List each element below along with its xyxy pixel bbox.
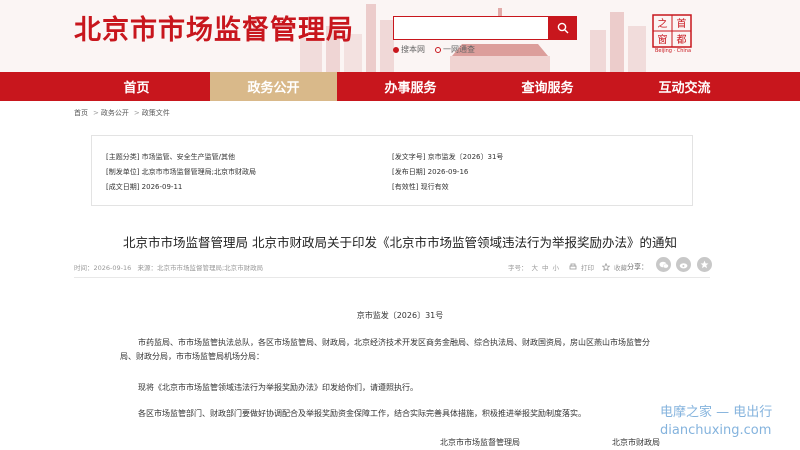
- breadcrumb-policy-documents[interactable]: 政策文件: [142, 109, 170, 117]
- radio-unselected-icon: [435, 46, 441, 53]
- logo-caption: Beijing · China: [654, 48, 692, 54]
- watermark-line-2: dianchuxing.com: [660, 423, 772, 438]
- scope-site[interactable]: 搜本网: [393, 44, 425, 55]
- watermark: 电摩之家 — 电出行 dianchuxing.com: [660, 404, 772, 440]
- meta-create-date: [成文日期] 2026-09-11: [106, 183, 183, 191]
- share-label: 分享：: [627, 263, 648, 271]
- font-size-large[interactable]: 大: [532, 262, 539, 272]
- print-icon[interactable]: [569, 263, 577, 271]
- wechat-share-icon[interactable]: [656, 257, 671, 272]
- weibo-icon: [679, 262, 687, 268]
- logo-char-2: 首: [677, 17, 687, 30]
- meta-validity: [有效性] 现行有效: [392, 183, 449, 191]
- capital-window-logo[interactable]: 之 首 窗 都: [652, 14, 692, 48]
- breadcrumb-government-affairs[interactable]: 政务公开: [101, 109, 129, 117]
- weibo-share-icon[interactable]: [676, 257, 691, 272]
- nav-government-affairs[interactable]: 政务公开: [210, 72, 337, 101]
- paragraph-notice: 现将《北京市市场监管领域违法行为举报奖励办法》印发给你们，请遵照执行。: [138, 383, 418, 392]
- nav-interaction[interactable]: 互动交流: [621, 72, 748, 101]
- document-meta: [主题分类] 市场监管、安全生产监管/其他 [发文字号] 京市监发〔2026〕3…: [91, 135, 693, 206]
- search-input[interactable]: [394, 18, 548, 41]
- favorite-button[interactable]: 收藏: [614, 262, 627, 272]
- radio-selected-icon: [393, 46, 399, 53]
- search-scope: 搜本网 一网通查: [393, 44, 475, 55]
- scope-all[interactable]: 一网通查: [435, 44, 475, 55]
- breadcrumb: 首页 > 政务公开 > 政策文件: [74, 108, 172, 118]
- divider: [74, 277, 710, 278]
- search-box[interactable]: [393, 16, 549, 41]
- breadcrumb-separator: >: [93, 109, 99, 117]
- meta-issuer: [制发单位] 北京市市场监督管理局;北京市财政局: [106, 168, 257, 176]
- site-header: 北京市市场监督管理局 搜本网 一网通查 之 首 窗 都 Beijing · Ch…: [0, 0, 800, 72]
- nav-query[interactable]: 查询服务: [484, 72, 611, 101]
- qzone-share-icon[interactable]: [697, 257, 712, 272]
- main-nav: 首页 政务公开 办事服务 查询服务 互动交流: [0, 72, 800, 101]
- article-title: 北京市市场监督管理局 北京市财政局关于印发《北京市市场监管领域违法行为举报奖励办…: [123, 235, 677, 250]
- signature-finance-bureau: 北京市财政局: [612, 438, 660, 447]
- search-icon: [557, 22, 569, 34]
- site-title[interactable]: 北京市市场监督管理局: [74, 8, 354, 47]
- paragraph-requirements: 各区市场监管部门、财政部门要做好协调配合及举报奖励资金保障工作，结合实际完善具体…: [138, 409, 586, 418]
- search-button[interactable]: [549, 16, 577, 40]
- logo-char-4: 都: [677, 34, 687, 46]
- breadcrumb-home[interactable]: 首页: [74, 109, 88, 117]
- meta-topic: [主题分类] 市场监管、安全生产监管/其他: [106, 153, 236, 161]
- print-button[interactable]: 打印: [581, 262, 594, 272]
- wechat-icon: [659, 261, 669, 268]
- article-info: 时间：2026-09-16 来源：北京市市场监督管理局;北京市财政局: [74, 262, 263, 272]
- article-time: 时间：2026-09-16: [74, 264, 132, 272]
- meta-publish-date: [发布日期] 2026-09-16: [392, 168, 469, 176]
- logo-char-3: 窗: [658, 33, 668, 46]
- meta-doc-number: [发文字号] 京市监发〔2026〕31号: [392, 153, 504, 161]
- nav-home[interactable]: 首页: [73, 72, 200, 101]
- logo-char-1: 之: [658, 17, 668, 30]
- font-size-small[interactable]: 小: [553, 262, 560, 272]
- article-source: 来源：北京市市场监督管理局;北京市财政局: [137, 264, 264, 272]
- breadcrumb-separator: >: [133, 109, 140, 117]
- font-size-medium[interactable]: 中: [542, 262, 549, 272]
- font-size-label: 字号：: [508, 264, 528, 272]
- paragraph-recipients: 市药监局、市市场监管执法总队，各区市场监管局、财政局，北京经济技术开发区商务金融…: [120, 338, 650, 361]
- signature-market-bureau: 北京市市场监督管理局: [440, 438, 520, 447]
- star-icon[interactable]: [602, 263, 610, 271]
- watermark-line-1: 电摩之家 — 电出行: [660, 405, 773, 420]
- nav-services[interactable]: 办事服务: [347, 72, 474, 101]
- document-number: 京市监发〔2026〕31号: [356, 311, 444, 320]
- article-tools: 字号： 大 中 小 打印 收藏: [508, 262, 627, 272]
- qzone-star-icon: [700, 260, 709, 269]
